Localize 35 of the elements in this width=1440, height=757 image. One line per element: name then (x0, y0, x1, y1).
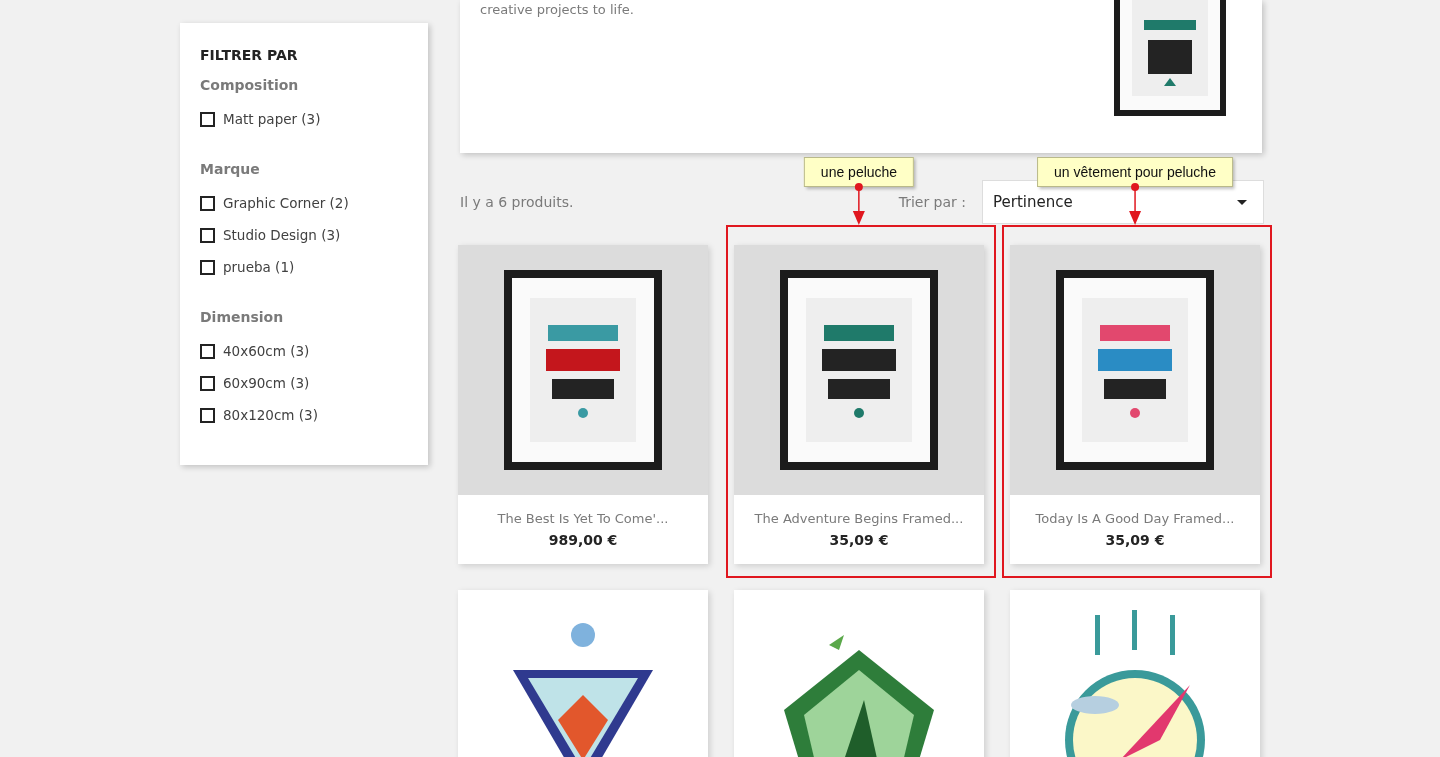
product-card[interactable]: The Adventure Begins Framed... 35,09 € (734, 245, 984, 564)
checkbox[interactable] (200, 227, 215, 243)
sort-label: Trier par : (898, 194, 966, 210)
category-description: creative projects to life. (480, 2, 634, 18)
filter-option-label[interactable]: Graphic Corner (2) (223, 195, 349, 211)
product-name[interactable]: Today Is A Good Day Framed... (1035, 511, 1235, 526)
filter-option-label[interactable]: prueba (1) (223, 259, 295, 275)
product-name[interactable]: The Adventure Begins Framed... (754, 511, 964, 526)
filter-group-title: Marque (200, 161, 261, 177)
checkbox[interactable] (200, 259, 215, 275)
product-card[interactable]: Today Is A Good Day Framed... 35,09 € (1010, 245, 1260, 564)
callout-tooltip: un vêtement pour peluche (1037, 157, 1233, 187)
filter-group-title: Composition (200, 77, 300, 93)
arrow-icon (1128, 183, 1142, 225)
checkbox[interactable] (200, 195, 215, 211)
product-card[interactable]: The Best Is Yet To Come'... 989,00 € (458, 245, 708, 564)
filter-title: FILTRER PAR (200, 47, 299, 63)
filter-option-label[interactable]: 80x120cm (3) (223, 407, 318, 423)
filter-option-label[interactable]: 60x90cm (3) (223, 375, 310, 391)
filter-option-label[interactable]: Studio Design (3) (223, 227, 341, 243)
product-price: 989,00 € (548, 532, 618, 548)
product-price: 35,09 € (829, 532, 889, 548)
arrow-icon (852, 183, 866, 225)
checkbox[interactable] (200, 343, 215, 359)
product-price: 35,09 € (1105, 532, 1165, 548)
filter-option-label[interactable]: 40x60cm (3) (223, 343, 310, 359)
filter-option-label[interactable]: Matt paper (3) (223, 111, 321, 127)
checkbox[interactable] (200, 407, 215, 423)
product-count: Il y a 6 produits. (460, 194, 574, 210)
filter-group-title: Dimension (200, 309, 285, 325)
checkbox[interactable] (200, 111, 215, 127)
product-name[interactable]: The Best Is Yet To Come'... (497, 511, 669, 526)
caret-icon (1237, 199, 1247, 205)
checkbox[interactable] (200, 375, 215, 391)
callout-tooltip: une peluche (803, 157, 915, 187)
